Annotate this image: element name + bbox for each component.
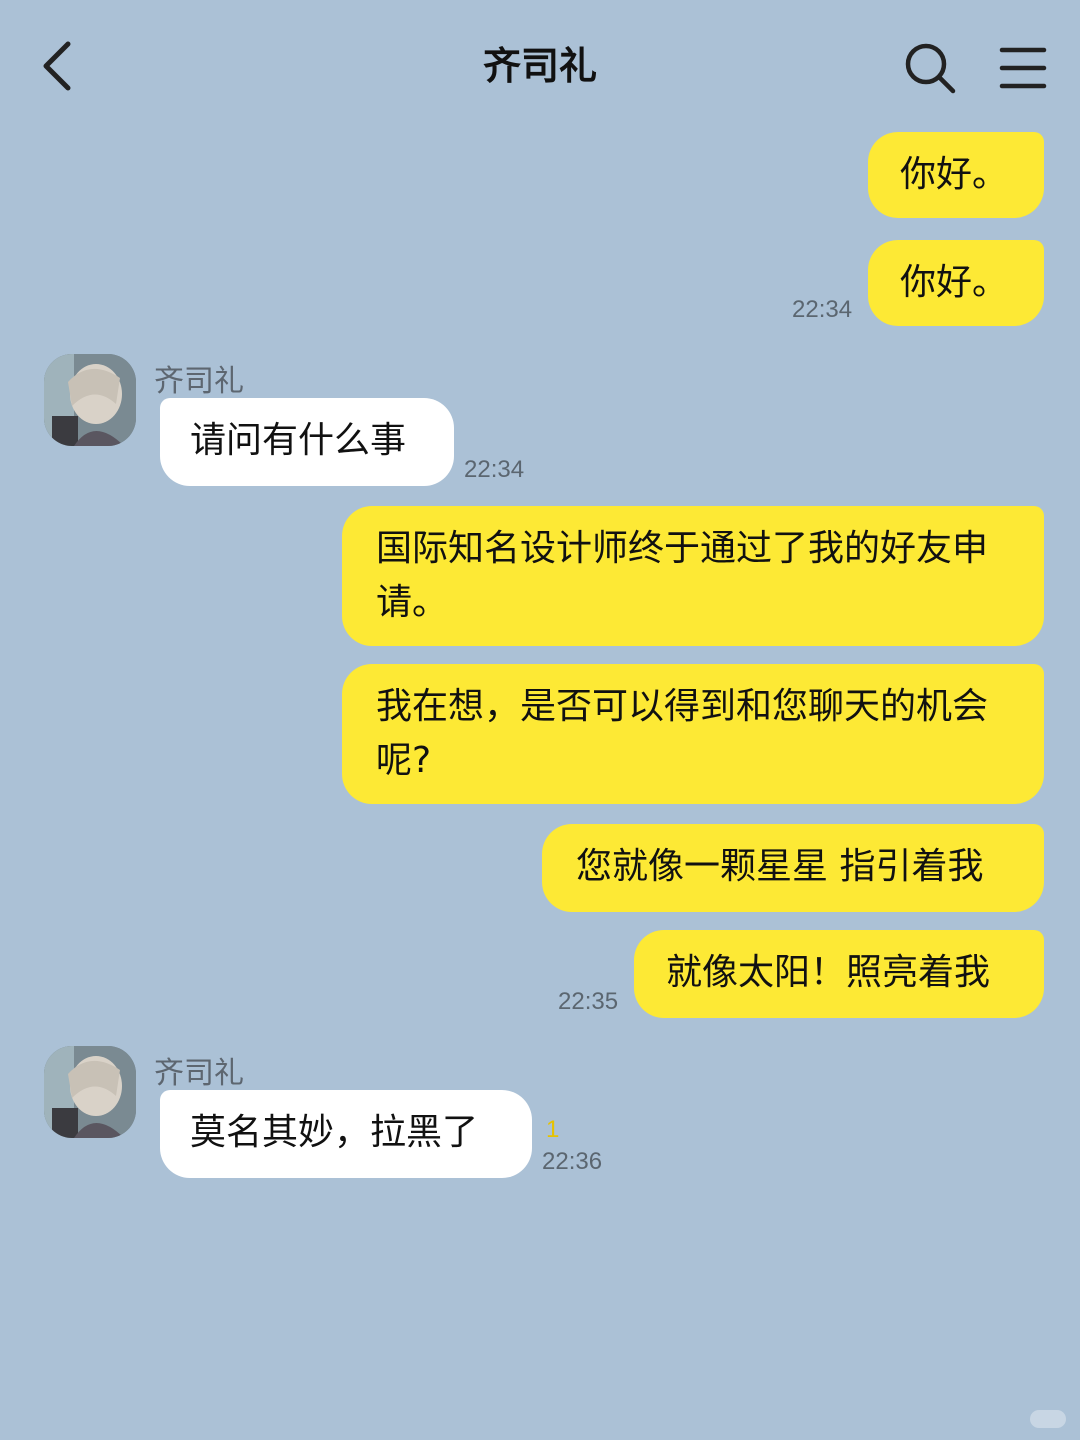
avatar-image <box>44 1046 136 1138</box>
menu-button[interactable] <box>994 40 1054 96</box>
outgoing-message[interactable]: 国际知名设计师终于通过了我的好友申请。 <box>342 506 1044 646</box>
sender-name: 齐司礼 <box>154 1056 244 1091</box>
message-text: 就像太阳！照亮着我 <box>666 952 991 993</box>
search-button[interactable] <box>900 38 960 98</box>
search-icon <box>905 43 956 94</box>
chevron-left-icon <box>43 41 71 91</box>
chat-header: 齐司礼 <box>0 0 1080 130</box>
watermark-logo <box>1030 1410 1066 1428</box>
outgoing-message[interactable]: 我在想，是否可以得到和您聊天的机会呢? <box>342 664 1044 804</box>
contact-avatar[interactable] <box>44 1046 136 1138</box>
outgoing-message[interactable]: 就像太阳！照亮着我 <box>634 930 1044 1018</box>
message-text: 请问有什么事 <box>190 420 407 461</box>
message-text: 国际知名设计师终于通过了我的好友申请。 <box>376 528 989 623</box>
message-timestamp: 22:34 <box>792 296 853 323</box>
back-button[interactable] <box>30 34 90 98</box>
sender-name: 齐司礼 <box>154 364 244 399</box>
message-text: 我在想，是否可以得到和您聊天的机会呢? <box>376 686 989 781</box>
message-timestamp: 22:34 <box>464 456 525 483</box>
message-timestamp: 22:36 <box>542 1148 603 1175</box>
chat-title: 齐司礼 <box>482 44 597 88</box>
outgoing-message[interactable]: 你好。 <box>868 132 1044 218</box>
message-text: 你好。 <box>900 154 1009 195</box>
contact-avatar[interactable] <box>44 354 136 446</box>
unread-count: 1 <box>546 1116 560 1143</box>
incoming-message[interactable]: 请问有什么事 <box>160 398 454 486</box>
message-timestamp: 22:35 <box>558 988 619 1015</box>
message-text: 莫名其妙，拉黑了 <box>190 1112 479 1153</box>
outgoing-message[interactable]: 您就像一颗星星 指引着我 <box>542 824 1044 912</box>
menu-icon <box>999 47 1047 89</box>
incoming-message[interactable]: 莫名其妙，拉黑了 <box>160 1090 532 1178</box>
avatar-image <box>44 354 136 446</box>
message-text: 你好。 <box>900 262 1009 303</box>
message-text: 您就像一颗星星 指引着我 <box>576 846 984 887</box>
outgoing-message[interactable]: 你好。 <box>868 240 1044 326</box>
